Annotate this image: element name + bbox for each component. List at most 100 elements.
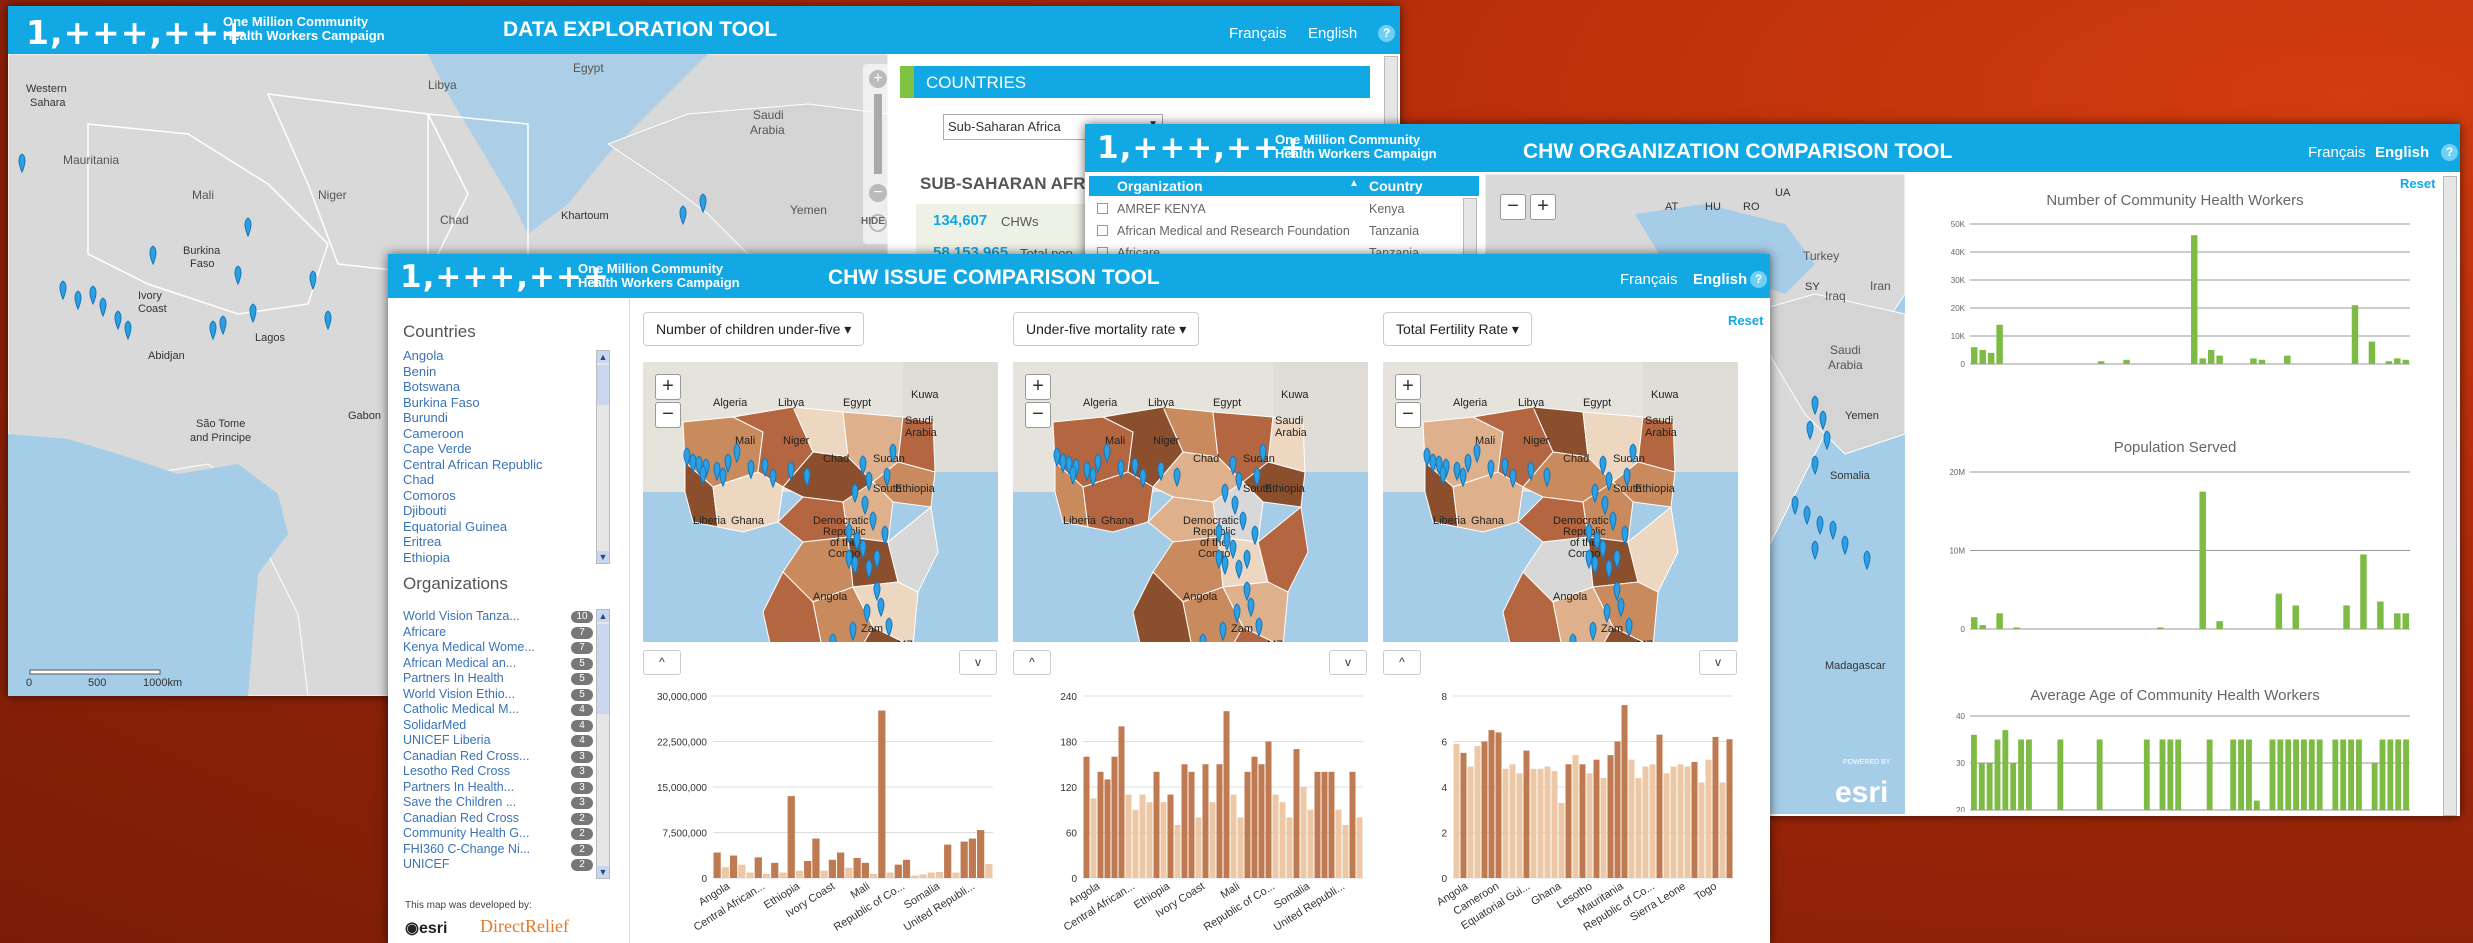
- w3-countries-scroll-thumb[interactable]: [597, 365, 609, 405]
- bar[interactable]: [2057, 739, 2064, 811]
- bar[interactable]: [1090, 798, 1097, 878]
- bar[interactable]: [878, 710, 886, 878]
- bar[interactable]: [2269, 739, 2276, 811]
- bar[interactable]: [1139, 794, 1146, 878]
- bar[interactable]: [2402, 359, 2409, 364]
- bar[interactable]: [869, 873, 878, 878]
- organization-item[interactable]: SolidarMed 4: [403, 718, 593, 734]
- bar[interactable]: [1293, 749, 1300, 878]
- bar[interactable]: [977, 830, 985, 878]
- organization-item[interactable]: Save the Children ... 3: [403, 795, 593, 811]
- bar[interactable]: [1104, 779, 1111, 878]
- bar[interactable]: [828, 859, 837, 878]
- bar[interactable]: [721, 867, 729, 878]
- bar[interactable]: [713, 852, 721, 878]
- bar[interactable]: [1523, 750, 1530, 878]
- bar[interactable]: [1978, 763, 1985, 810]
- bar[interactable]: [1579, 764, 1586, 878]
- bar[interactable]: [1986, 763, 1993, 810]
- w1-zoom-out-icon[interactable]: −: [869, 184, 887, 202]
- country-item[interactable]: Cape Verde: [403, 441, 542, 457]
- bar[interactable]: [2360, 554, 2367, 629]
- w2-zoom-in-button[interactable]: +: [1530, 194, 1556, 220]
- bar[interactable]: [952, 872, 960, 878]
- bar[interactable]: [2246, 739, 2252, 811]
- w3-lang-french[interactable]: Français: [1620, 271, 1678, 288]
- bar[interactable]: [1460, 752, 1467, 878]
- w2-row-checkbox[interactable]: [1097, 203, 1108, 214]
- w3-lang-english[interactable]: English: [1693, 271, 1747, 288]
- bar[interactable]: [2159, 739, 2166, 811]
- bar[interactable]: [985, 864, 993, 878]
- bar[interactable]: [1516, 773, 1523, 878]
- bar[interactable]: [894, 864, 902, 878]
- bar[interactable]: [1726, 739, 1733, 878]
- country-item[interactable]: Botswana: [403, 379, 542, 395]
- bar[interactable]: [2394, 613, 2401, 629]
- bar[interactable]: [2293, 739, 2299, 811]
- bar[interactable]: [771, 862, 779, 878]
- organization-item[interactable]: Canadian Red Cross... 3: [403, 749, 593, 765]
- bar[interactable]: [1481, 741, 1488, 879]
- country-item[interactable]: Central African Republic: [403, 457, 542, 473]
- bar[interactable]: [2348, 739, 2354, 811]
- bar[interactable]: [1118, 726, 1125, 878]
- country-item[interactable]: Eritrea: [403, 534, 542, 550]
- bar[interactable]: [1614, 741, 1621, 879]
- bar[interactable]: [2316, 739, 2323, 811]
- w2-col-organization[interactable]: Organization: [1117, 178, 1203, 194]
- bar[interactable]: [1125, 794, 1132, 878]
- bar[interactable]: [1300, 787, 1307, 878]
- organization-item[interactable]: Africare 7: [403, 625, 593, 641]
- bar[interactable]: [1328, 771, 1335, 878]
- bar[interactable]: [1132, 809, 1139, 878]
- bar[interactable]: [1474, 746, 1481, 878]
- country-item[interactable]: Chad: [403, 472, 542, 488]
- scroll-up-button[interactable]: ^: [1383, 650, 1421, 675]
- bar[interactable]: [1979, 625, 1986, 629]
- country-item[interactable]: Equatorial Guinea: [403, 519, 542, 535]
- w1-lang-english[interactable]: English: [1308, 25, 1357, 42]
- bar[interactable]: [2377, 601, 2384, 629]
- bar[interactable]: [2206, 739, 2213, 811]
- bar[interactable]: [2351, 305, 2359, 364]
- organization-item[interactable]: Partners In Health 5: [403, 671, 593, 687]
- bar[interactable]: [2010, 763, 2017, 810]
- bar[interactable]: [738, 864, 746, 878]
- bar[interactable]: [804, 861, 812, 878]
- bar[interactable]: [2230, 739, 2237, 811]
- bar[interactable]: [1237, 817, 1244, 878]
- bar[interactable]: [1971, 734, 1977, 810]
- country-item[interactable]: Comoros: [403, 488, 542, 504]
- bar[interactable]: [746, 872, 754, 878]
- bar[interactable]: [2026, 739, 2032, 811]
- bar[interactable]: [2301, 739, 2307, 811]
- bar[interactable]: [2284, 355, 2291, 364]
- bar[interactable]: [2343, 605, 2350, 629]
- bar[interactable]: [1314, 771, 1321, 878]
- bar[interactable]: [1600, 777, 1607, 878]
- bar[interactable]: [1272, 794, 1279, 878]
- bar[interactable]: [2143, 739, 2150, 811]
- country-item[interactable]: Benin: [403, 364, 542, 380]
- bar[interactable]: [1656, 734, 1663, 878]
- bar[interactable]: [1621, 705, 1628, 878]
- bar[interactable]: [2292, 605, 2299, 629]
- zoom-in-button[interactable]: +: [655, 374, 681, 400]
- bar[interactable]: [919, 874, 927, 878]
- w3-orgs-scroll-thumb[interactable]: [597, 624, 609, 714]
- bar[interactable]: [1987, 352, 1995, 364]
- bar[interactable]: [1286, 817, 1293, 878]
- bar[interactable]: [1509, 764, 1516, 878]
- bar[interactable]: [1635, 777, 1642, 878]
- country-item[interactable]: Ethiopia: [403, 550, 542, 566]
- bar[interactable]: [1593, 759, 1600, 878]
- country-item[interactable]: Cameroon: [403, 426, 542, 442]
- bar[interactable]: [1649, 764, 1656, 878]
- bar[interactable]: [886, 872, 894, 878]
- w2-row-0[interactable]: AMREF KENYA Kenya: [1089, 198, 1479, 220]
- scroll-up-button[interactable]: ^: [1013, 650, 1051, 675]
- bar[interactable]: [902, 859, 911, 878]
- w2-row-1[interactable]: African Medical and Research Foundation …: [1089, 220, 1479, 242]
- bar[interactable]: [1356, 817, 1363, 878]
